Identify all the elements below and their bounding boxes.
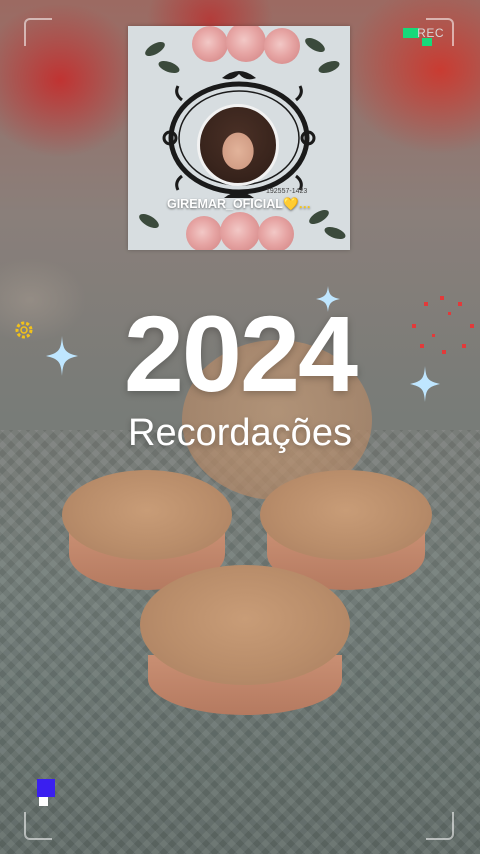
memories-subtitle: Recordações	[128, 412, 352, 454]
profile-handle-text: GIREMAR_OFICIAL	[166, 197, 283, 211]
viewfinder-corner-bottom-right	[426, 812, 454, 840]
blue-square-decoration	[37, 779, 55, 797]
card-number: 192557-1423	[266, 188, 308, 195]
profile-avatar[interactable]	[197, 104, 279, 186]
cake-front	[140, 565, 350, 715]
cake-left	[62, 470, 232, 590]
rec-label: REC	[417, 26, 444, 40]
cake-right	[260, 470, 432, 590]
viewfinder-corner-bottom-left	[24, 812, 52, 840]
heart-icon: 💛…	[282, 197, 312, 211]
year-title: 2024	[123, 293, 358, 414]
profile-handle[interactable]: GIREMAR_OFICIAL💛…	[128, 197, 350, 212]
profile-card[interactable]: 192557-1423 GIREMAR_OFICIAL💛…	[128, 26, 350, 250]
viewfinder-corner-top-left	[24, 18, 52, 46]
white-square-decoration	[39, 797, 48, 806]
